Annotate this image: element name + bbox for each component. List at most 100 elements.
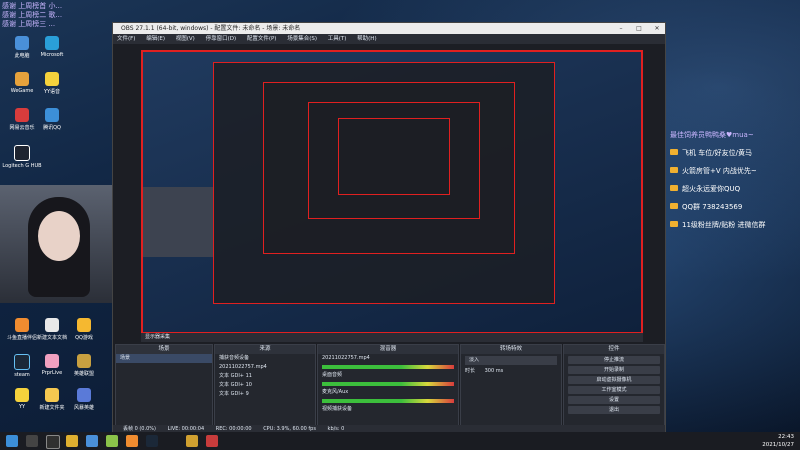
stream-thanks: 感谢 上周榜首 小... 感谢 上周榜二 歌... 感谢 上周榜三 ... xyxy=(2,2,62,29)
source-item[interactable]: 文本 GDI+ 10 xyxy=(215,381,315,390)
obs-title-text: OBS 27.1.1 (64-bit, windows) - 配置文件: 未命名… xyxy=(121,25,301,32)
thanks-line-2: 感谢 上周榜二 歌... xyxy=(2,11,63,19)
selected-source-label: 显示器采集 xyxy=(145,334,171,340)
source-item[interactable]: 20211022757.mp4 xyxy=(215,363,315,372)
duration-label: 时长 xyxy=(465,368,476,374)
app-icon[interactable] xyxy=(86,435,98,447)
badge-icon xyxy=(670,221,678,227)
chrome-icon[interactable] xyxy=(66,435,78,447)
stream-overlay: 最佳饲养员鸭鸭桑♥mua~ 飞机 车位/好友位/黄马 火箭房管+V 内战优先~ … xyxy=(670,130,800,238)
start-recording-button[interactable]: 开始录制 xyxy=(568,366,660,374)
settings-button[interactable]: 设置 xyxy=(568,396,660,404)
preview-webcam xyxy=(143,187,213,257)
menu-profile[interactable]: 配置文件(P) xyxy=(247,36,277,42)
volume-meter xyxy=(322,365,454,369)
mixer-channel-label: 视频捕获设备 xyxy=(322,406,353,412)
transition-select[interactable]: 淡入 xyxy=(465,356,557,365)
source-item[interactable]: 文本 GDI+ 9 xyxy=(215,390,315,399)
search-icon[interactable] xyxy=(26,435,38,447)
obs-preview[interactable] xyxy=(141,50,643,334)
windows-start-icon[interactable] xyxy=(6,435,18,447)
studio-mode-button[interactable]: 工作室模式 xyxy=(568,386,660,394)
minimize-icon[interactable]: – xyxy=(613,23,629,34)
duration-field[interactable]: 时长 300 ms xyxy=(461,367,561,376)
wegame-icon xyxy=(15,72,29,86)
desktop-icon-qqgame[interactable]: QQ游戏 xyxy=(62,318,106,341)
rocket-icon xyxy=(670,167,678,173)
app-icon[interactable] xyxy=(206,435,218,447)
desktop-icon-logitech[interactable]: Logitech G HUB xyxy=(0,145,44,169)
taskbar: 22:43 2021/10/27 xyxy=(0,432,800,450)
thanks-line-3: 感谢 上周榜三 ... xyxy=(2,20,56,28)
airplane-icon xyxy=(670,149,678,155)
mixer-channel-label: 20211022757.mp4 xyxy=(322,355,370,361)
sources-dock: 来源 捕获音频设备 20211022757.mp4 文本 GDI+ 11 文本 … xyxy=(214,344,316,428)
recursive-preview-4 xyxy=(338,118,450,195)
obs-taskbar-icon[interactable] xyxy=(46,435,60,449)
prpr-icon xyxy=(45,354,59,368)
obs-title-bar: OBS 27.1.1 (64-bit, windows) - 配置文件: 未命名… xyxy=(113,23,665,34)
menu-help[interactable]: 帮助(H) xyxy=(357,36,376,42)
douyu-icon xyxy=(15,318,29,332)
menu-scene-collection[interactable]: 场景集合(S) xyxy=(287,36,317,42)
overlay-line: QQ群 738243569 xyxy=(670,202,800,212)
edge-icon xyxy=(45,36,59,50)
controls-dock: 控件 停止推流 开始录制 启动虚拟摄像机 工作室模式 设置 退出 xyxy=(563,344,665,428)
menu-docks[interactable]: 停靠窗口(D) xyxy=(206,36,237,42)
mixer-header: 混音器 xyxy=(318,345,458,354)
audio-mixer-dock: 混音器 20211022757.mp4 桌面音频 麦克风/Aux 视频捕获设备 xyxy=(317,344,459,428)
source-toolbar: 显示器采集 xyxy=(141,333,643,342)
desktop-icon-yy[interactable]: YY语音 xyxy=(30,72,74,95)
menu-file[interactable]: 文件(F) xyxy=(117,36,135,42)
qqgame-icon xyxy=(77,318,91,332)
sources-header: 来源 xyxy=(215,345,315,354)
overlay-line: 超火永远爱你QUQ xyxy=(670,184,800,194)
virtual-camera-button[interactable]: 启动虚拟摄像机 xyxy=(568,376,660,384)
duration-value: 300 ms xyxy=(484,368,504,374)
desktop-icon-edge[interactable]: Microsoft xyxy=(30,36,74,58)
close-icon[interactable]: ✕ xyxy=(649,23,665,34)
scene-item[interactable]: 场景 xyxy=(116,354,212,363)
volume-meter xyxy=(322,399,454,403)
overlay-line: 11级粉丝牌/贴粉 进微信群 xyxy=(670,220,800,230)
yy2-icon xyxy=(15,388,29,402)
obs-menubar: 文件(F) 编辑(E) 视图(V) 停靠窗口(D) 配置文件(P) 场景集合(S… xyxy=(113,34,665,44)
clock-date: 2021/10/27 xyxy=(762,442,794,448)
controls-header: 控件 xyxy=(564,345,664,354)
app-icon[interactable] xyxy=(106,435,118,447)
steam-taskbar-icon[interactable] xyxy=(146,435,158,447)
stop-streaming-button[interactable]: 停止推流 xyxy=(568,356,660,364)
clock-time: 22:43 xyxy=(778,434,794,440)
lol-icon xyxy=(77,354,91,368)
menu-edit[interactable]: 编辑(E) xyxy=(146,36,165,42)
maximize-icon[interactable]: □ xyxy=(631,23,647,34)
menu-view[interactable]: 视图(V) xyxy=(176,36,195,42)
mixer-channel-label: 麦克风/Aux xyxy=(322,389,349,395)
folder-icon xyxy=(45,388,59,402)
overlay-title: 最佳饲养员鸭鸭桑♥mua~ xyxy=(670,131,754,139)
source-item[interactable]: 捕获音频设备 xyxy=(215,354,315,363)
qq-group-icon xyxy=(670,203,678,209)
app-icon[interactable] xyxy=(126,435,138,447)
text-file-icon xyxy=(45,318,59,332)
thanks-line-1: 感谢 上周榜首 小... xyxy=(2,2,63,10)
transitions-dock: 转场特效 淡入 时长 300 ms xyxy=(460,344,562,428)
exit-button[interactable]: 退出 xyxy=(568,406,660,414)
steam-icon xyxy=(14,354,30,370)
fire-icon xyxy=(670,185,678,191)
desktop-icon-lol[interactable]: 英雄联盟 xyxy=(62,354,106,377)
desktop-icon-qq[interactable]: 腾讯QQ xyxy=(30,108,74,131)
overlay-line: 火箭房管+V 内战优先~ xyxy=(670,166,800,176)
transitions-header: 转场特效 xyxy=(461,345,561,354)
overlay-line: 飞机 车位/好友位/黄马 xyxy=(670,148,800,158)
obs-window: OBS 27.1.1 (64-bit, windows) - 配置文件: 未命名… xyxy=(112,22,666,434)
volume-meter xyxy=(322,382,454,386)
app-icon[interactable] xyxy=(186,435,198,447)
system-clock[interactable]: 22:43 2021/10/27 xyxy=(734,433,794,449)
hots-icon xyxy=(77,388,91,402)
menu-tools[interactable]: 工具(T) xyxy=(328,36,347,42)
desktop-icon-hots[interactable]: 风暴英雄 xyxy=(62,388,106,411)
source-item[interactable]: 文本 GDI+ 11 xyxy=(215,372,315,381)
mixer-channel-label: 桌面音频 xyxy=(322,372,343,378)
yy-icon xyxy=(45,72,59,86)
